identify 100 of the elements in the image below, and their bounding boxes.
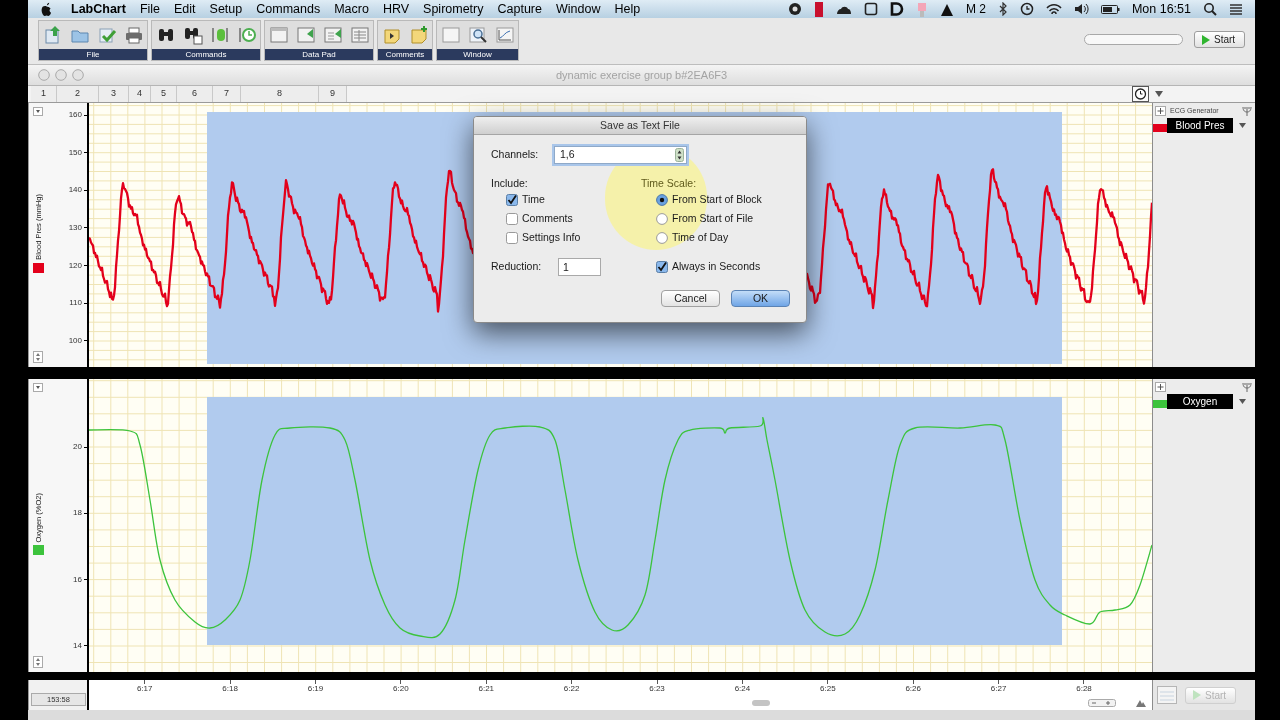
time-tick-label: 6:21 bbox=[478, 684, 495, 694]
menu-item[interactable]: Macro bbox=[327, 0, 376, 18]
channel-title[interactable]: Oxygen bbox=[1167, 394, 1233, 409]
battery-icon[interactable] bbox=[1100, 2, 1120, 16]
time-tick-label: 6:27 bbox=[990, 684, 1007, 694]
radio-button[interactable] bbox=[656, 231, 668, 244]
status-text[interactable]: M 2 bbox=[965, 0, 986, 18]
time-tick-label: 6:19 bbox=[307, 684, 324, 694]
dialog-button[interactable]: Cancel bbox=[661, 290, 720, 307]
half-round-icon[interactable] bbox=[889, 2, 904, 16]
time-tick-label: 6:25 bbox=[820, 684, 836, 694]
channels-combo[interactable]: 1,6 bbox=[554, 146, 687, 164]
ruler-marker[interactable]: 6 bbox=[177, 86, 213, 102]
checkbox[interactable] bbox=[506, 231, 518, 244]
time-tick-label: 6:26 bbox=[905, 684, 921, 694]
axis-tick-label: 16 bbox=[73, 574, 82, 585]
time-tick-label: 6:22 bbox=[563, 684, 580, 694]
caret-icon[interactable] bbox=[1238, 122, 1247, 129]
triangle-icon[interactable] bbox=[939, 2, 954, 16]
ruler-marker[interactable]: 8 bbox=[241, 86, 319, 102]
field-label: Channels: bbox=[491, 147, 540, 163]
checkbox-label[interactable]: Time bbox=[522, 191, 545, 208]
window-list-icon[interactable] bbox=[322, 25, 343, 45]
checkbox-label[interactable]: Comments bbox=[522, 210, 573, 227]
checkbox[interactable] bbox=[656, 261, 668, 273]
field-label: Reduction: bbox=[491, 259, 543, 275]
bluetooth-icon[interactable] bbox=[997, 2, 1008, 16]
ruler-marker[interactable]: 3 bbox=[99, 86, 129, 102]
marker-icon[interactable] bbox=[209, 25, 230, 45]
lens-icon[interactable] bbox=[787, 2, 802, 16]
apple-icon[interactable] bbox=[40, 1, 53, 17]
checkbox[interactable] bbox=[506, 212, 518, 225]
menu-item[interactable]: Setup bbox=[202, 0, 250, 18]
peak-icon[interactable] bbox=[1136, 699, 1146, 707]
dialog-button[interactable]: OK bbox=[731, 290, 790, 307]
radio-label[interactable]: Time of Day bbox=[672, 229, 729, 246]
rectangle-icon[interactable] bbox=[813, 1, 824, 17]
menu-item[interactable]: File bbox=[132, 0, 168, 18]
text-field[interactable] bbox=[1084, 34, 1183, 45]
radio-label[interactable]: From Start of File bbox=[672, 210, 754, 227]
magnifier-icon[interactable] bbox=[467, 25, 488, 45]
antenna-icon[interactable] bbox=[1242, 106, 1252, 116]
caret-icon[interactable] bbox=[33, 107, 43, 116]
ruler-marker[interactable]: 5 bbox=[151, 86, 177, 102]
document-arrow-icon[interactable] bbox=[42, 25, 63, 45]
menu-clock[interactable]: Mon 16:51 bbox=[1131, 0, 1191, 18]
square-icon[interactable] bbox=[863, 2, 878, 16]
menu-item[interactable]: HRV bbox=[375, 0, 417, 18]
list-icon[interactable] bbox=[1229, 2, 1243, 16]
axis-tick-label: 120 bbox=[68, 260, 82, 271]
document-check-icon[interactable] bbox=[96, 25, 117, 45]
app-menu[interactable]: LabChart bbox=[64, 0, 133, 18]
radio-button[interactable] bbox=[656, 193, 668, 206]
checkbox-label[interactable]: Always in Seconds bbox=[672, 259, 761, 275]
scrollbar-thumb[interactable] bbox=[752, 700, 770, 706]
ruler-marker[interactable]: 1 bbox=[31, 86, 57, 102]
antenna-icon[interactable] bbox=[1242, 382, 1252, 392]
time-tick-label: 6:28 bbox=[1076, 684, 1092, 694]
caret-icon[interactable] bbox=[33, 383, 43, 392]
menu-item[interactable]: Window bbox=[549, 0, 608, 18]
start-button[interactable]: Start bbox=[1194, 31, 1245, 48]
radio-button[interactable] bbox=[656, 212, 668, 225]
wifi-icon[interactable] bbox=[1045, 3, 1062, 15]
time-tick-label: 6:20 bbox=[393, 684, 409, 694]
menu-item[interactable]: Edit bbox=[167, 0, 203, 18]
search-icon[interactable] bbox=[1203, 2, 1217, 16]
toolbar-group-label: Window bbox=[437, 49, 518, 60]
radio-label[interactable]: From Start of Block bbox=[672, 191, 762, 208]
note-plus-icon[interactable] bbox=[408, 25, 429, 45]
menu-item[interactable]: Spirometry bbox=[416, 0, 491, 18]
ruler-marker[interactable]: 7 bbox=[213, 86, 241, 102]
stepper-icon[interactable] bbox=[675, 148, 684, 162]
channel-title[interactable]: Blood Pres bbox=[1167, 118, 1233, 133]
marker-clock-icon[interactable] bbox=[236, 25, 257, 45]
caret-icon[interactable] bbox=[1155, 91, 1163, 97]
volume-icon[interactable] bbox=[1073, 2, 1089, 16]
dialog-title: Save as Text File bbox=[600, 117, 680, 133]
window-title: dynamic exercise group b#2EA6F3 bbox=[555, 67, 728, 83]
axis-tick-label: 150 bbox=[68, 147, 82, 158]
checkbox-label[interactable]: Settings Info bbox=[522, 229, 581, 246]
binoculars-page-icon[interactable] bbox=[182, 25, 203, 45]
axis-tick-label: 100 bbox=[68, 335, 82, 346]
ruler-marker[interactable]: 9 bbox=[319, 86, 347, 102]
plus-icon[interactable] bbox=[1155, 106, 1166, 116]
axis-tick-label: 20 bbox=[73, 442, 82, 452]
play-icon bbox=[1192, 690, 1201, 700]
menu-item[interactable]: Commands bbox=[249, 0, 328, 18]
axis-tick-label: 14 bbox=[73, 641, 82, 651]
menu-item[interactable]: Help bbox=[607, 0, 648, 18]
reduction-field[interactable]: 1 bbox=[558, 258, 601, 276]
ruler-marker[interactable]: 2 bbox=[57, 86, 99, 102]
plus-icon[interactable] bbox=[1155, 382, 1166, 392]
clock-icon[interactable] bbox=[1132, 86, 1149, 102]
caret-icon[interactable] bbox=[1238, 398, 1247, 405]
menu-item[interactable]: Capture bbox=[490, 0, 549, 18]
printer-icon[interactable] bbox=[123, 25, 144, 45]
ruler-marker[interactable]: 4 bbox=[129, 86, 151, 102]
time-tick-label: 6:23 bbox=[649, 684, 665, 694]
clock-icon[interactable] bbox=[1019, 2, 1034, 16]
checkbox[interactable] bbox=[506, 193, 518, 206]
